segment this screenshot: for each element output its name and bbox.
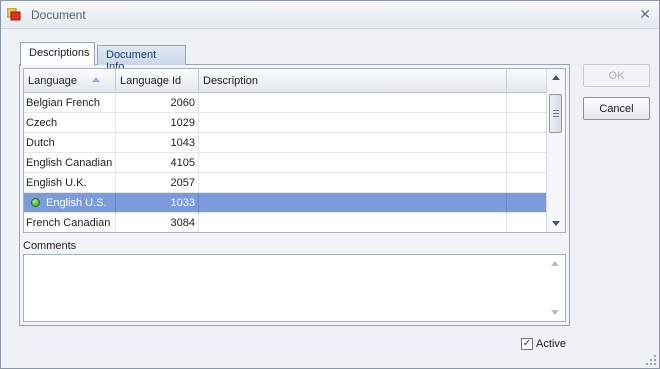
cell-language-text: French Canadian [26,217,111,229]
active-label: Active [536,338,566,350]
cell-language[interactable]: English U.S. [24,193,116,213]
grid-vertical-scrollbar[interactable] [546,69,565,232]
green-dot-icon [31,198,40,207]
column-header-language-id[interactable]: Language Id [116,69,199,93]
cell-language-text: English Canadian [26,157,113,169]
table-row[interactable]: English U.K. 2057 [24,173,547,193]
cell-language-id[interactable]: 1029 [116,113,199,133]
scroll-up-arrow-icon[interactable] [552,75,560,80]
table-row[interactable]: Czech 1029 [24,113,547,133]
grip-line [553,113,559,114]
column-header-language-label: Language [28,75,77,87]
sort-ascending-icon [92,77,100,82]
cell-language[interactable]: Dutch [24,133,116,153]
resize-grip-icon[interactable] [646,355,656,365]
cell-language-id[interactable]: 1033 [116,193,199,213]
cell-language-id[interactable]: 3084 [116,213,199,232]
cell-language[interactable]: Belgian French [24,93,116,113]
tab-descriptions[interactable]: Descriptions [20,42,95,66]
comments-scroll-down-icon[interactable] [551,310,559,315]
cell-description[interactable] [199,193,507,213]
cancel-button[interactable]: Cancel [583,97,650,120]
cell-extra [507,113,547,133]
column-header-extra [507,69,547,93]
cell-description[interactable] [199,133,507,153]
cell-language[interactable]: French Canadian [24,213,116,232]
grid-header: Language Language Id Description [24,69,547,93]
cell-language-text: Belgian French [26,97,100,109]
title-bar[interactable]: Document ✕ [1,1,659,29]
cell-extra [507,213,547,232]
grip-line [553,110,559,111]
column-header-description[interactable]: Description [199,69,507,93]
document-dialog: Document ✕ Descriptions Document Info La… [0,0,660,369]
active-checkbox[interactable]: ✓ [521,338,533,350]
comments-label: Comments [23,240,77,252]
cell-extra [507,153,547,173]
comments-scrollbar[interactable] [546,255,565,321]
comments-scroll-up-icon[interactable] [551,261,559,266]
window-title: Document [31,8,86,22]
tab-document-info[interactable]: Document Info [97,45,186,73]
cell-description[interactable] [199,213,507,232]
cell-extra [507,93,547,113]
table-row[interactable]: Dutch 1043 [24,133,547,153]
cell-extra [507,173,547,193]
grip-line [553,116,559,117]
table-row[interactable]: English Canadian 4105 [24,153,547,173]
scroll-thumb[interactable] [549,94,562,133]
table-row[interactable]: Belgian French 2060 [24,93,547,113]
column-header-language[interactable]: Language [24,69,116,93]
ok-button[interactable]: OK [583,64,650,87]
cell-language[interactable]: English U.K. [24,173,116,193]
cell-language[interactable]: Czech [24,113,116,133]
cell-language-text: English U.K. [26,177,87,189]
cell-language-id[interactable]: 4105 [116,153,199,173]
cell-description[interactable] [199,113,507,133]
table-row[interactable]: English U.S. 1033 [24,193,547,213]
comments-textarea[interactable] [23,254,566,322]
cell-language-text: English U.S. [46,197,107,209]
cell-description[interactable] [199,93,507,113]
close-icon[interactable]: ✕ [639,6,651,23]
cell-description[interactable] [199,173,507,193]
cell-extra [507,193,547,213]
cell-language-id[interactable]: 2057 [116,173,199,193]
cell-language[interactable]: English Canadian [24,153,116,173]
document-app-icon [7,8,21,21]
scroll-down-arrow-icon[interactable] [552,221,560,226]
cell-description[interactable] [199,153,507,173]
cell-language-id[interactable]: 1043 [116,133,199,153]
cell-language-id[interactable]: 2060 [116,93,199,113]
cell-extra [507,133,547,153]
cell-language-text: Czech [26,117,58,129]
languages-grid[interactable]: Language Language Id Description Belgian… [23,68,566,233]
table-row[interactable]: French Canadian 3084 [24,213,547,232]
cell-language-text: Dutch [26,137,55,149]
